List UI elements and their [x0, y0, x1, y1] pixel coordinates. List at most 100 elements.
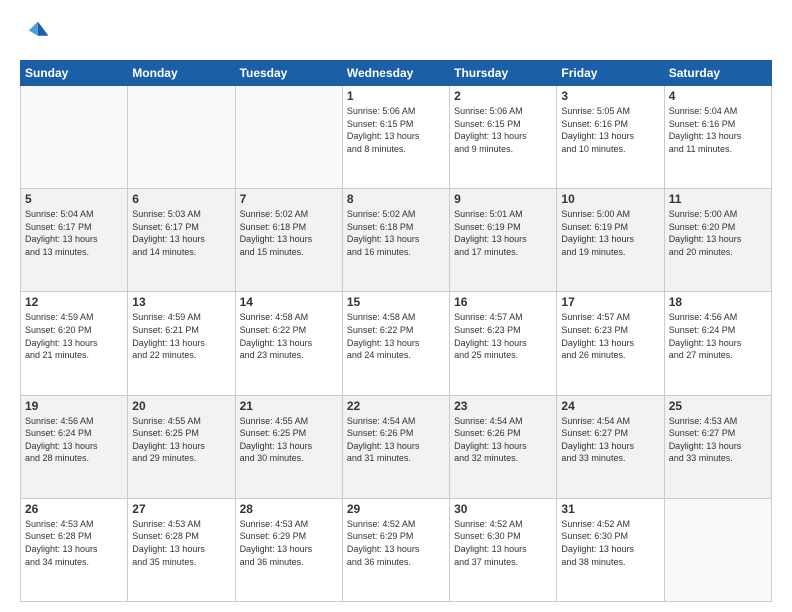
day-number: 15 — [347, 295, 445, 309]
day-number: 18 — [669, 295, 767, 309]
day-number: 2 — [454, 89, 552, 103]
day-cell: 25 Sunrise: 4:53 AM Sunset: 6:27 PM Dayli… — [664, 395, 771, 498]
day-cell: 22 Sunrise: 4:54 AM Sunset: 6:26 PM Dayli… — [342, 395, 449, 498]
day-cell — [128, 86, 235, 189]
day-info: Sunrise: 4:56 AM Sunset: 6:24 PM Dayligh… — [669, 311, 767, 361]
col-header-saturday: Saturday — [664, 61, 771, 86]
day-info: Sunrise: 4:53 AM Sunset: 6:27 PM Dayligh… — [669, 415, 767, 465]
day-info: Sunrise: 5:06 AM Sunset: 6:15 PM Dayligh… — [347, 105, 445, 155]
day-cell: 23 Sunrise: 4:54 AM Sunset: 6:26 PM Dayli… — [450, 395, 557, 498]
day-cell: 30 Sunrise: 4:52 AM Sunset: 6:30 PM Dayli… — [450, 498, 557, 601]
logo — [20, 18, 56, 50]
day-number: 23 — [454, 399, 552, 413]
day-info: Sunrise: 4:52 AM Sunset: 6:30 PM Dayligh… — [454, 518, 552, 568]
day-number: 11 — [669, 192, 767, 206]
week-row-4: 19Sunrise: 4:56 AM Sunset: 6:24 PM Dayli… — [21, 395, 772, 498]
day-info: Sunrise: 5:05 AM Sunset: 6:16 PM Dayligh… — [561, 105, 659, 155]
day-info: Sunrise: 5:00 AM Sunset: 6:19 PM Dayligh… — [561, 208, 659, 258]
day-info: Sunrise: 5:00 AM Sunset: 6:20 PM Dayligh… — [669, 208, 767, 258]
day-info: Sunrise: 4:54 AM Sunset: 6:26 PM Dayligh… — [347, 415, 445, 465]
day-number: 13 — [132, 295, 230, 309]
day-number: 28 — [240, 502, 338, 516]
day-number: 10 — [561, 192, 659, 206]
day-info: Sunrise: 4:59 AM Sunset: 6:21 PM Dayligh… — [132, 311, 230, 361]
week-row-2: 5Sunrise: 5:04 AM Sunset: 6:17 PM Daylig… — [21, 189, 772, 292]
day-info: Sunrise: 5:03 AM Sunset: 6:17 PM Dayligh… — [132, 208, 230, 258]
col-header-sunday: Sunday — [21, 61, 128, 86]
day-cell: 29 Sunrise: 4:52 AM Sunset: 6:29 PM Dayli… — [342, 498, 449, 601]
day-info: Sunrise: 4:53 AM Sunset: 6:28 PM Dayligh… — [132, 518, 230, 568]
col-header-monday: Monday — [128, 61, 235, 86]
day-number: 21 — [240, 399, 338, 413]
day-cell: 19Sunrise: 4:56 AM Sunset: 6:24 PM Dayli… — [21, 395, 128, 498]
day-number: 8 — [347, 192, 445, 206]
day-cell — [664, 498, 771, 601]
page: SundayMondayTuesdayWednesdayThursdayFrid… — [0, 0, 792, 612]
day-info: Sunrise: 4:54 AM Sunset: 6:26 PM Dayligh… — [454, 415, 552, 465]
day-number: 20 — [132, 399, 230, 413]
day-info: Sunrise: 4:59 AM Sunset: 6:20 PM Dayligh… — [25, 311, 123, 361]
day-info: Sunrise: 4:53 AM Sunset: 6:29 PM Dayligh… — [240, 518, 338, 568]
day-number: 17 — [561, 295, 659, 309]
day-number: 4 — [669, 89, 767, 103]
day-info: Sunrise: 4:52 AM Sunset: 6:30 PM Dayligh… — [561, 518, 659, 568]
day-info: Sunrise: 4:57 AM Sunset: 6:23 PM Dayligh… — [454, 311, 552, 361]
day-info: Sunrise: 4:55 AM Sunset: 6:25 PM Dayligh… — [132, 415, 230, 465]
day-info: Sunrise: 4:56 AM Sunset: 6:24 PM Dayligh… — [25, 415, 123, 465]
day-info: Sunrise: 4:57 AM Sunset: 6:23 PM Dayligh… — [561, 311, 659, 361]
day-cell: 27 Sunrise: 4:53 AM Sunset: 6:28 PM Dayli… — [128, 498, 235, 601]
day-info: Sunrise: 5:04 AM Sunset: 6:17 PM Dayligh… — [25, 208, 123, 258]
day-info: Sunrise: 5:04 AM Sunset: 6:16 PM Dayligh… — [669, 105, 767, 155]
week-row-5: 26 Sunrise: 4:53 AM Sunset: 6:28 PM Dayli… — [21, 498, 772, 601]
day-cell: 4 Sunrise: 5:04 AM Sunset: 6:16 PM Daylig… — [664, 86, 771, 189]
day-number: 6 — [132, 192, 230, 206]
day-cell: 31 Sunrise: 4:52 AM Sunset: 6:30 PM Dayli… — [557, 498, 664, 601]
header-row: SundayMondayTuesdayWednesdayThursdayFrid… — [21, 61, 772, 86]
day-number: 3 — [561, 89, 659, 103]
day-cell: 2Sunrise: 5:06 AM Sunset: 6:15 PM Daylig… — [450, 86, 557, 189]
day-cell: 15Sunrise: 4:58 AM Sunset: 6:22 PM Dayli… — [342, 292, 449, 395]
day-number: 22 — [347, 399, 445, 413]
day-number: 27 — [132, 502, 230, 516]
day-number: 7 — [240, 192, 338, 206]
day-cell: 16Sunrise: 4:57 AM Sunset: 6:23 PM Dayli… — [450, 292, 557, 395]
day-cell: 11 Sunrise: 5:00 AM Sunset: 6:20 PM Dayli… — [664, 189, 771, 292]
day-number: 24 — [561, 399, 659, 413]
day-cell: 7Sunrise: 5:02 AM Sunset: 6:18 PM Daylig… — [235, 189, 342, 292]
day-number: 31 — [561, 502, 659, 516]
day-cell: 20 Sunrise: 4:55 AM Sunset: 6:25 PM Dayli… — [128, 395, 235, 498]
day-cell: 14 Sunrise: 4:58 AM Sunset: 6:22 PM Dayli… — [235, 292, 342, 395]
day-cell: 9 Sunrise: 5:01 AM Sunset: 6:19 PM Daylig… — [450, 189, 557, 292]
day-cell: 1 Sunrise: 5:06 AM Sunset: 6:15 PM Daylig… — [342, 86, 449, 189]
day-cell: 5Sunrise: 5:04 AM Sunset: 6:17 PM Daylig… — [21, 189, 128, 292]
day-number: 26 — [25, 502, 123, 516]
day-info: Sunrise: 5:01 AM Sunset: 6:19 PM Dayligh… — [454, 208, 552, 258]
day-info: Sunrise: 4:58 AM Sunset: 6:22 PM Dayligh… — [240, 311, 338, 361]
day-info: Sunrise: 4:53 AM Sunset: 6:28 PM Dayligh… — [25, 518, 123, 568]
day-cell: 10 Sunrise: 5:00 AM Sunset: 6:19 PM Dayli… — [557, 189, 664, 292]
day-cell — [21, 86, 128, 189]
day-cell: 18 Sunrise: 4:56 AM Sunset: 6:24 PM Dayli… — [664, 292, 771, 395]
day-number: 14 — [240, 295, 338, 309]
week-row-1: 1 Sunrise: 5:06 AM Sunset: 6:15 PM Daylig… — [21, 86, 772, 189]
day-number: 25 — [669, 399, 767, 413]
day-cell: 21Sunrise: 4:55 AM Sunset: 6:25 PM Dayli… — [235, 395, 342, 498]
day-cell: 12 Sunrise: 4:59 AM Sunset: 6:20 PM Dayli… — [21, 292, 128, 395]
col-header-friday: Friday — [557, 61, 664, 86]
col-header-tuesday: Tuesday — [235, 61, 342, 86]
header — [20, 18, 772, 50]
day-cell: 26 Sunrise: 4:53 AM Sunset: 6:28 PM Dayli… — [21, 498, 128, 601]
day-number: 12 — [25, 295, 123, 309]
day-info: Sunrise: 4:52 AM Sunset: 6:29 PM Dayligh… — [347, 518, 445, 568]
day-cell: 8Sunrise: 5:02 AM Sunset: 6:18 PM Daylig… — [342, 189, 449, 292]
day-number: 29 — [347, 502, 445, 516]
col-header-thursday: Thursday — [450, 61, 557, 86]
day-number: 1 — [347, 89, 445, 103]
day-number: 9 — [454, 192, 552, 206]
day-cell — [235, 86, 342, 189]
day-number: 30 — [454, 502, 552, 516]
day-cell: 28 Sunrise: 4:53 AM Sunset: 6:29 PM Dayli… — [235, 498, 342, 601]
day-cell: 13 Sunrise: 4:59 AM Sunset: 6:21 PM Dayli… — [128, 292, 235, 395]
day-cell: 17 Sunrise: 4:57 AM Sunset: 6:23 PM Dayli… — [557, 292, 664, 395]
logo-icon — [20, 18, 52, 50]
